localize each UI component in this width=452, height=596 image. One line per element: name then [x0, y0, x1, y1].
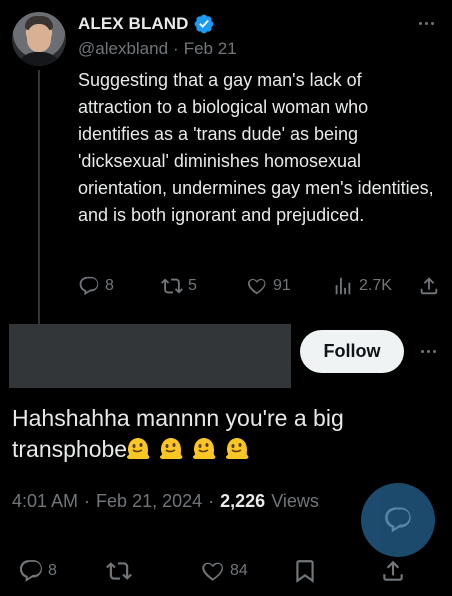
repost-button[interactable]: [106, 558, 200, 584]
like-count: 91: [273, 277, 291, 294]
reply-count: 8: [48, 562, 57, 579]
verified-badge-icon: [194, 14, 213, 34]
reply-date[interactable]: Feb 21, 2024: [96, 491, 202, 512]
meta-separator: ·: [208, 491, 215, 511]
author-name-row: ALEX BLAND: [78, 12, 215, 36]
author-handle[interactable]: @alexbland: [78, 39, 168, 59]
repost-icon: [161, 278, 183, 294]
melting-face-emoji: [193, 438, 216, 459]
repost-icon: [106, 562, 132, 580]
compose-reply-icon: [385, 507, 411, 533]
tweet-text: Suggesting that a gay man's lack of attr…: [78, 70, 434, 225]
compose-reply-button[interactable]: [361, 483, 435, 557]
melting-face-emoji: [226, 438, 249, 459]
like-icon: [247, 278, 266, 295]
share-icon: [383, 560, 403, 581]
more-icon[interactable]: [414, 13, 438, 33]
reply-count: 8: [105, 277, 114, 294]
thread-connector-line: [38, 70, 40, 326]
more-icon[interactable]: [416, 341, 440, 361]
tweet-action-bar: 8 5 91 2.7K: [78, 270, 440, 302]
views-icon: [335, 277, 351, 295]
melting-face-emoji: [127, 438, 150, 459]
reply-icon: [19, 560, 42, 582]
follow-button[interactable]: Follow: [300, 330, 404, 373]
reply-text-block: Hahshahha mannnn you're a big transphobe: [12, 403, 442, 465]
repost-button[interactable]: 5: [161, 275, 246, 297]
redacted-user-block: [9, 324, 291, 388]
reply-button[interactable]: 8: [18, 558, 106, 584]
bookmark-button[interactable]: [292, 558, 380, 584]
author-avatar[interactable]: [12, 12, 66, 66]
reply-icon: [79, 276, 99, 296]
reply-views-count: 2,226: [220, 491, 266, 511]
views-button[interactable]: 2.7K: [332, 275, 418, 297]
meta-separator: ·: [173, 39, 179, 58]
tweet-date[interactable]: Feb 21: [184, 39, 237, 59]
views-count: 2.7K: [359, 277, 392, 294]
bookmark-icon: [296, 560, 314, 583]
melting-face-emojis: [125, 435, 250, 461]
reply-button[interactable]: 8: [78, 275, 161, 297]
meta-separator: ·: [84, 491, 91, 511]
author-meta: @alexbland · Feb 21: [78, 39, 237, 59]
author-display-name[interactable]: ALEX BLAND: [78, 14, 189, 34]
melting-face-emoji: [160, 438, 183, 459]
share-icon: [420, 277, 438, 295]
like-icon: [202, 562, 224, 581]
reply-action-bar: 8 84: [18, 556, 438, 586]
like-button[interactable]: 91: [246, 275, 332, 297]
like-count: 84: [230, 562, 248, 579]
like-button[interactable]: 84: [200, 558, 292, 584]
reply-timestamp-row: 4:01 AM · Feb 21, 2024 · 2,226 Views: [12, 491, 319, 512]
reply-time[interactable]: 4:01 AM: [12, 491, 78, 512]
share-button[interactable]: [418, 275, 440, 297]
repost-count: 5: [188, 277, 197, 294]
reply-views-label: Views: [271, 491, 319, 511]
share-button[interactable]: [380, 558, 406, 584]
